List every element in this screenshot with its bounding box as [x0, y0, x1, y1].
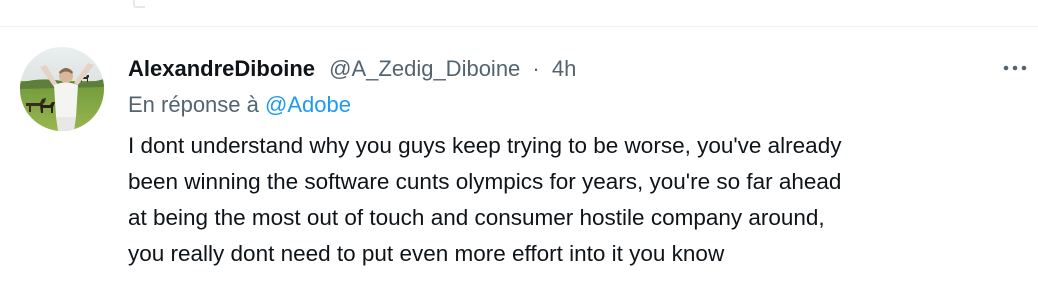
avatar[interactable] — [20, 47, 104, 131]
previous-tweet-bottom — [0, 0, 1038, 27]
reply-mention-link[interactable]: @Adobe — [265, 92, 351, 117]
thread-connector-icon — [133, 0, 145, 8]
tweet-text: I dont understand why you guys keep tryi… — [128, 128, 1028, 272]
author-display-name[interactable]: AlexandreDiboine — [128, 56, 315, 81]
reply-context: En réponse à @Adobe — [128, 90, 351, 120]
page: AlexandreDiboine @A_Zedig_Diboine · 4h E… — [0, 0, 1038, 295]
more-horizontal-icon — [1003, 65, 1027, 71]
tweet[interactable]: AlexandreDiboine @A_Zedig_Diboine · 4h E… — [0, 27, 1038, 295]
author-handle[interactable]: @A_Zedig_Diboine — [329, 56, 520, 81]
tweet-text-line: at being the most out of touch and consu… — [128, 205, 825, 230]
tweet-text-line: been winning the software cunts olympics… — [128, 169, 842, 194]
header-separator: · — [532, 56, 540, 81]
tweet-timestamp[interactable]: 4h — [552, 56, 576, 81]
tweet-text-line: I dont understand why you guys keep tryi… — [128, 133, 842, 158]
tweet-header: AlexandreDiboine @A_Zedig_Diboine · 4h — [128, 54, 576, 84]
reply-prefix: En réponse à — [128, 92, 259, 117]
tweet-text-line: you really dont need to put even more ef… — [128, 241, 725, 266]
avatar-photo — [20, 47, 104, 131]
more-options-button[interactable] — [998, 55, 1032, 81]
